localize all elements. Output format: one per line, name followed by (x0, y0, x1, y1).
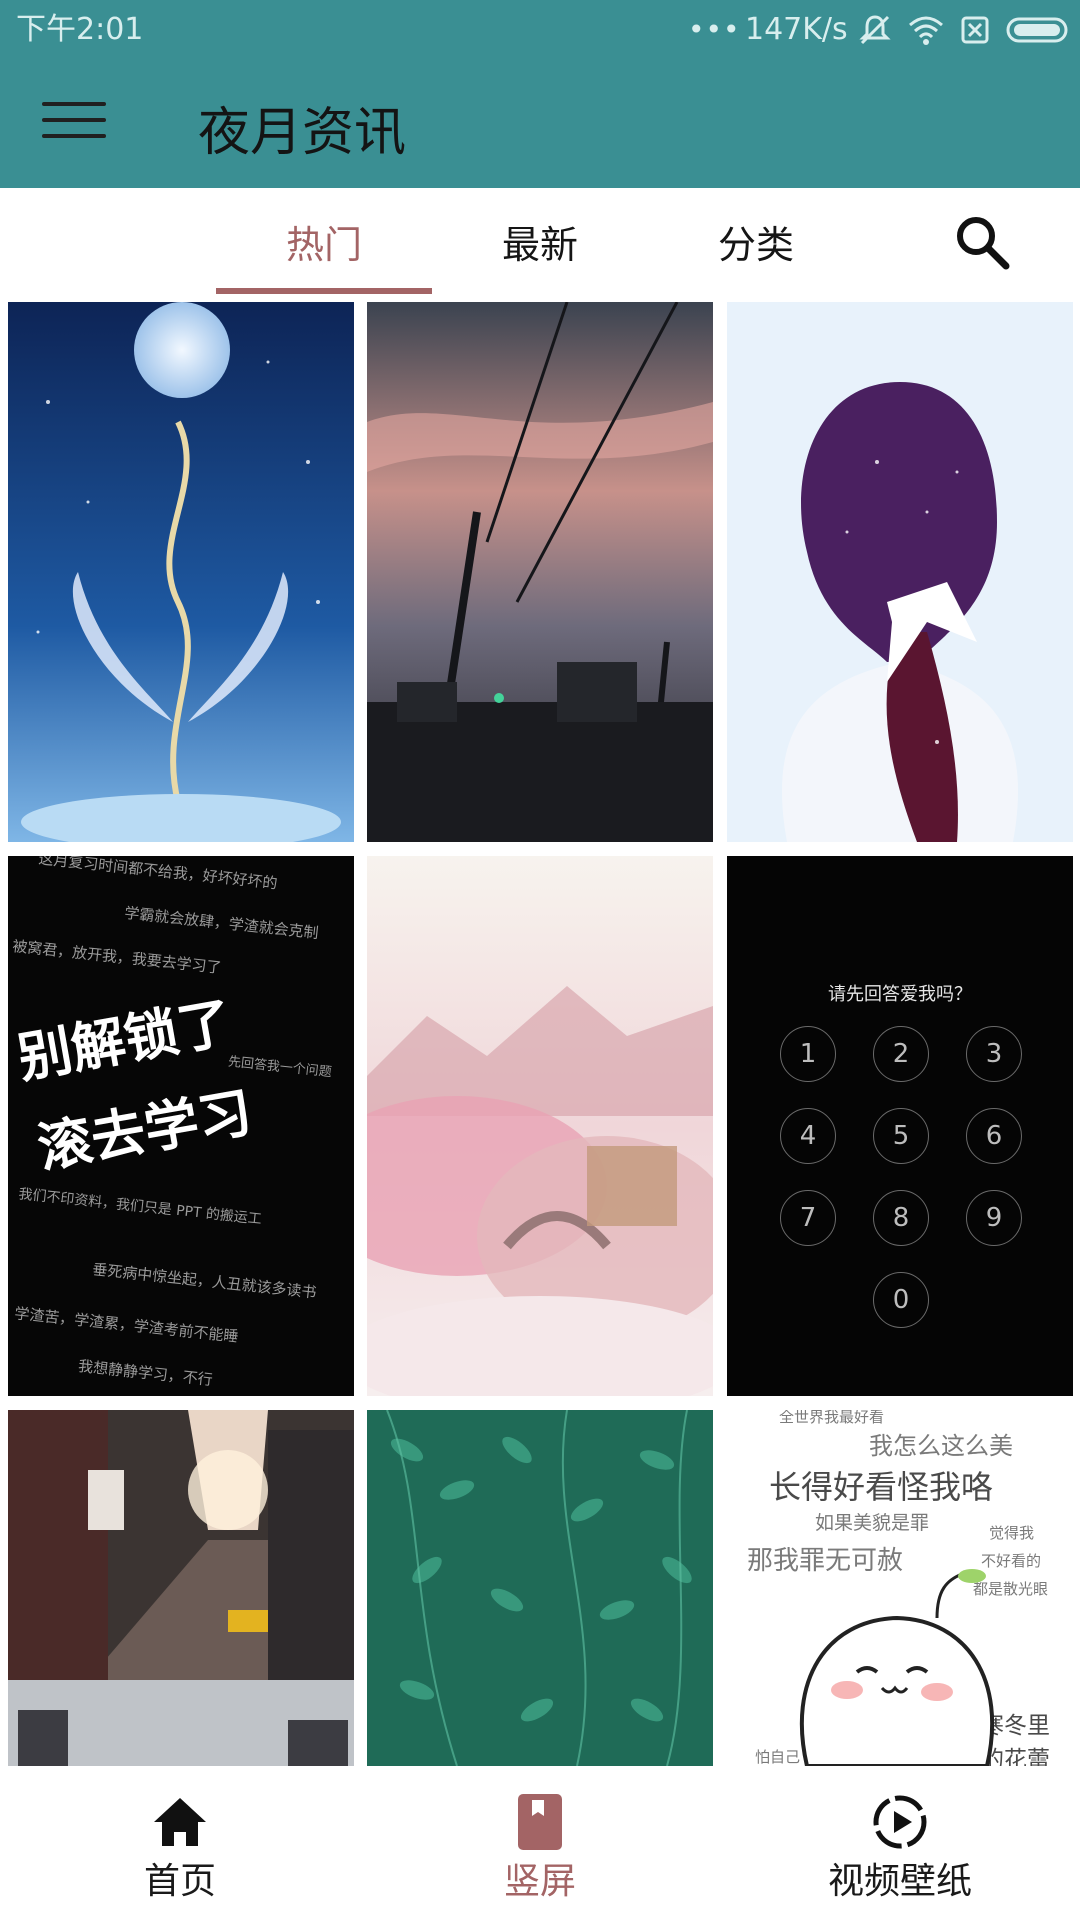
wallpaper-text: 我们不印资料，我们只是 PPT 的搬运工 (17, 1186, 263, 1228)
active-tab-indicator (216, 288, 432, 294)
status-icons (858, 12, 1072, 48)
passcode-key: 8 (873, 1190, 929, 1246)
nav-video-label: 视频壁纸 (827, 1861, 972, 1902)
play-circle-icon (873, 1795, 927, 1849)
passcode-key: 4 (780, 1108, 836, 1164)
cute-bun-illustration (799, 1569, 995, 1766)
passcode-key: 9 (966, 1190, 1022, 1246)
wallpaper-image (367, 856, 713, 1396)
nav-home[interactable]: 首页 (0, 1766, 360, 1920)
menu-icon-line (42, 102, 106, 106)
nav-home-label: 首页 (143, 1861, 216, 1902)
wallpaper-tile-girl-ribbon[interactable] (727, 302, 1073, 842)
passcode-key: 6 (966, 1108, 1022, 1164)
wallpaper-text: 我怎么这么美 (869, 1432, 1013, 1460)
nav-portrait-label: 竖屏 (503, 1861, 576, 1902)
wallpaper-text: 全世界我最好看 (779, 1410, 885, 1426)
wallpaper-tile-study-lock[interactable]: 这月复习时间都不给我，好坏好坏的 学霸就会放肆，学渣就会克制 被窝君，放开我，我… (8, 856, 354, 1396)
app-bar (0, 60, 1080, 188)
tab-latest[interactable]: 最新 (460, 214, 620, 269)
passcode-key: 1 (780, 1026, 836, 1082)
wallpaper-text: 我想静静学习，不行 (77, 1356, 214, 1390)
status-time: 下午2:01 (16, 12, 144, 47)
wallpaper-image (8, 302, 354, 842)
network-speed: 147K/s (745, 12, 848, 47)
wallpaper-tile-city-street[interactable] (8, 1410, 354, 1766)
wallpaper-image (367, 1410, 713, 1766)
bottom-nav: 首页 竖屏 视频壁纸 (0, 1766, 1080, 1920)
search-icon[interactable] (950, 210, 1014, 274)
wifi-icon (909, 16, 943, 45)
wallpaper-tile-green-leaves[interactable] (367, 1410, 713, 1766)
passcode-key: 7 (780, 1190, 836, 1246)
tab-bar: 热门 最新 分类 (0, 188, 1080, 294)
menu-button[interactable] (42, 98, 108, 148)
status-bar: 下午2:01 ••• 147K/s (0, 0, 1080, 60)
app-title: 夜月资讯 (198, 103, 407, 163)
wallpaper-tile-cherry-blossom[interactable] (367, 856, 713, 1396)
nav-video-wallpaper[interactable]: 视频壁纸 (720, 1766, 1080, 1920)
bookmark-icon (518, 1794, 562, 1850)
wallpaper-text: 学霸就会放肆，学渣就会克制 (123, 903, 320, 943)
passcode-key: 2 (873, 1026, 929, 1082)
wallpaper-text: 学渣苦，学渣累，学渣考前不能睡 (13, 1304, 240, 1346)
passcode-key: 3 (966, 1026, 1022, 1082)
wallpaper-tile-moon-angel[interactable] (8, 302, 354, 842)
mute-icon (859, 15, 891, 45)
passcode-key: 0 (873, 1272, 929, 1328)
wallpaper-text: 被窝君，放开我，我要去学习了 (11, 937, 223, 977)
passcode-key: 5 (873, 1108, 929, 1164)
wallpaper-text: 觉得我 (989, 1524, 1035, 1542)
tab-hot[interactable]: 热门 (244, 214, 404, 269)
home-icon (154, 1798, 206, 1846)
wallpaper-tile-cute-meme[interactable]: 全世界我最好看 我怎么这么美 长得好看怪我咯 如果美貌是罪 那我罪无可赦 觉得我… (727, 1410, 1073, 1766)
status-dots: ••• (688, 13, 741, 46)
sim-off-icon (961, 16, 989, 44)
wallpaper-image (367, 302, 713, 842)
wallpaper-tile-power-lines[interactable] (367, 302, 713, 842)
menu-icon-line (42, 134, 106, 138)
wallpaper-text: 垂死病中惊坐起，人丑就该多读书 (91, 1260, 318, 1302)
wallpaper-image (727, 302, 1073, 842)
nav-portrait[interactable]: 竖屏 (360, 1766, 720, 1920)
wallpaper-text: 如果美貌是罪 (815, 1512, 930, 1534)
wallpaper-text: 长得好看怪我咯 (769, 1468, 994, 1506)
passcode-prompt: 请先回答爱我吗？ (828, 984, 972, 1005)
menu-icon-line (42, 118, 106, 122)
wallpaper-image (8, 1410, 354, 1766)
battery-icon (1006, 17, 1068, 43)
wallpaper-tile-passcode[interactable]: 请先回答爱我吗？ 1 2 3 4 5 6 7 8 9 0 (727, 856, 1073, 1396)
wallpaper-text: 这月复习时间都不给我，好坏好坏的 (37, 856, 279, 893)
tab-category[interactable]: 分类 (676, 214, 836, 269)
